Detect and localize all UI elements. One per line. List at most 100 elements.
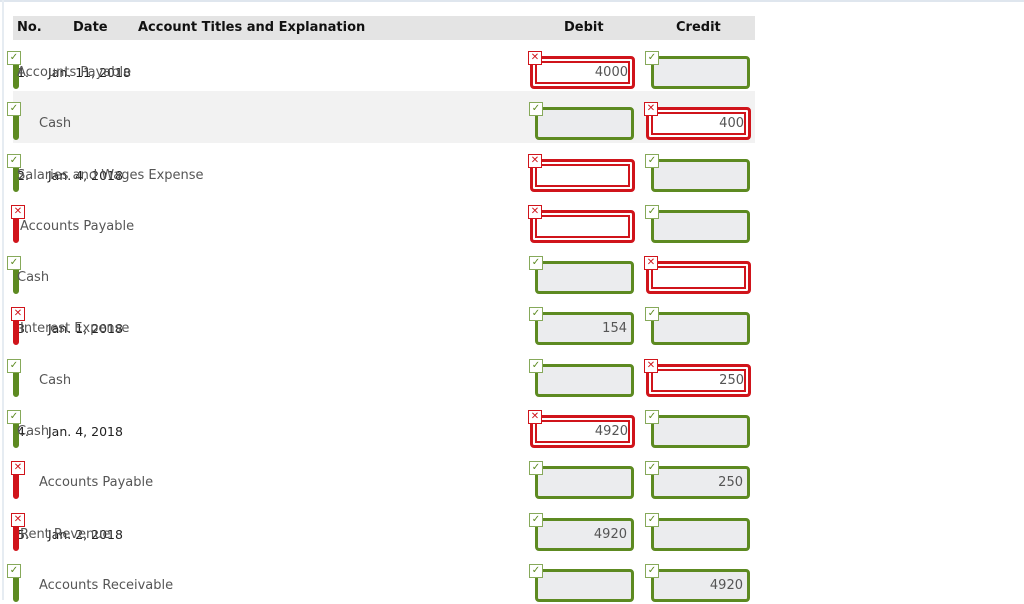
credit-field[interactable]: ✓ [645, 153, 750, 192]
cross-icon: ✕ [528, 204, 542, 219]
cross-icon: ✕ [11, 307, 25, 322]
debit-field-value: 4920 [593, 526, 627, 542]
account-field[interactable]: ✓ Cash [7, 256, 49, 295]
account-field-value: Accounts Receivable [39, 577, 174, 593]
debit-field[interactable]: ✕ [528, 153, 635, 192]
table-row: 2. Jan. 4, 2018 ✓ Salaries and Wages Expens… [7, 143, 755, 194]
check-icon: ✓ [7, 358, 21, 373]
credit-field[interactable]: ✓ [645, 512, 750, 551]
table-row: ✕ Accounts Payable ✕ ✓ [11, 194, 755, 245]
account-field[interactable]: ✕ Accounts Payable [11, 204, 134, 243]
check-icon: ✓ [529, 307, 543, 322]
table-row: 4. Jan. 4, 2018 ✓ Cash ✕ 4920 ✓ [7, 399, 755, 450]
account-field-value: Accounts Payable [20, 218, 135, 234]
cross-icon: ✕ [11, 512, 25, 527]
check-icon: ✓ [529, 256, 543, 271]
check-icon: ✓ [645, 51, 659, 65]
account-field-value: Interest Expense [20, 321, 130, 337]
table-row: ✓ Accounts Receivable ✓ ✓ 4920 [7, 553, 755, 604]
credit-field[interactable]: ✓ [645, 410, 750, 449]
cross-icon: ✕ [528, 410, 542, 425]
table-row: ✓ Cash ✓ ✕ [7, 245, 755, 296]
account-field-value: Cash [39, 372, 72, 388]
debit-field[interactable]: ✓ [529, 461, 634, 500]
table-row: 1. Jan. 11, 2018 ✓ Accounts Payable ✕ 4000 ✓ [7, 40, 755, 91]
cross-icon: ✕ [644, 358, 658, 373]
header-credit: Credit [676, 20, 721, 35]
debit-field-value: 4920 [594, 424, 628, 440]
account-field-value: Cash [17, 270, 50, 286]
account-field[interactable]: ✓ Cash [7, 102, 71, 141]
check-icon: ✓ [645, 307, 659, 322]
journal-entry-table: No. Date Account Titles and Explanation … [7, 16, 755, 604]
credit-field[interactable]: ✓ [645, 51, 750, 89]
top-border [0, 0, 1024, 2]
check-icon: ✓ [645, 410, 659, 425]
header-account: Account Titles and Explanation [138, 20, 366, 35]
table-row: 3. Jan. 1, 2018 ✕ Interest Expense ✓ 154 ✓ [11, 296, 755, 347]
debit-field[interactable]: ✓ [529, 358, 634, 397]
header-debit: Debit [564, 20, 604, 35]
debit-field[interactable]: ✓ [529, 563, 634, 602]
debit-field[interactable]: ✓ 4920 [529, 512, 634, 551]
check-icon: ✓ [529, 102, 543, 117]
credit-field[interactable]: ✕ 400 [644, 102, 751, 141]
account-field[interactable]: ✓ Accounts Receivable [7, 563, 173, 602]
check-icon: ✓ [645, 153, 659, 168]
check-icon: ✓ [529, 563, 543, 578]
check-icon: ✓ [645, 563, 659, 578]
check-icon: ✓ [7, 51, 21, 65]
table-body: 1. Jan. 11, 2018 ✓ Accounts Payable ✕ 4000 ✓ ✓ C… [7, 40, 755, 604]
credit-field[interactable]: ✕ 250 [644, 358, 751, 397]
table-row: ✕ Accounts Payable ✓ ✓ 250 [11, 450, 755, 501]
credit-field[interactable]: ✓ 4920 [645, 563, 750, 602]
cross-icon: ✕ [644, 256, 658, 271]
account-field-value: Accounts Payable [17, 65, 132, 80]
account-field-value: Accounts Payable [39, 475, 154, 491]
account-field-value: Rent Revenue [20, 526, 111, 542]
check-icon: ✓ [7, 410, 21, 425]
header-date: Date [73, 20, 108, 35]
cross-icon: ✕ [11, 204, 25, 219]
cross-icon: ✕ [11, 461, 25, 476]
debit-field[interactable]: ✓ 154 [529, 307, 634, 346]
check-icon: ✓ [7, 256, 21, 271]
debit-field[interactable]: ✕ 4920 [528, 410, 635, 449]
account-field[interactable]: ✕ Rent Revenue [11, 512, 111, 551]
account-field[interactable]: ✓ Salaries and Wages Expense [7, 153, 204, 192]
account-field[interactable]: ✕ Accounts Payable [11, 461, 153, 500]
table-header: No. Date Account Titles and Explanation … [13, 16, 755, 40]
table-row: ✓ Cash ✓ ✕ 250 [7, 348, 755, 399]
account-field-value: Cash [39, 116, 72, 132]
check-icon: ✓ [645, 461, 659, 476]
credit-field[interactable]: ✓ 250 [645, 461, 750, 500]
account-field-value: Salaries and Wages Expense [17, 167, 204, 183]
credit-field[interactable]: ✓ [645, 307, 750, 346]
debit-field[interactable]: ✓ [529, 256, 634, 295]
account-field[interactable]: ✓ Cash [7, 358, 71, 397]
account-field-value: Cash [17, 424, 50, 440]
table-row: ✓ Cash ✓ ✕ 400 [7, 91, 755, 143]
cross-icon: ✕ [528, 51, 542, 65]
check-icon: ✓ [7, 153, 21, 168]
cross-icon: ✕ [644, 102, 658, 117]
debit-field-value: 4000 [594, 65, 628, 80]
entry-date: Jan. 4, 2018 [48, 424, 123, 440]
credit-field-value: 400 [719, 116, 744, 132]
debit-field[interactable]: ✕ 4000 [528, 51, 635, 89]
account-field[interactable]: ✓ Accounts Payable [7, 51, 131, 89]
left-border [2, 0, 4, 600]
credit-field-value: 250 [718, 475, 743, 491]
account-field[interactable]: ✕ Interest Expense [11, 307, 129, 346]
credit-field[interactable]: ✓ [645, 204, 750, 243]
debit-field[interactable]: ✕ [528, 204, 635, 243]
cross-icon: ✕ [528, 153, 542, 168]
account-field[interactable]: ✓ Cash [7, 410, 49, 449]
debit-field-value: 154 [602, 321, 627, 337]
check-icon: ✓ [529, 358, 543, 373]
check-icon: ✓ [7, 102, 21, 117]
table-row: 5. Jan. 2, 2018 ✕ Rent Revenue ✓ 4920 ✓ [11, 502, 755, 553]
credit-field-value: 4920 [709, 577, 743, 593]
credit-field[interactable]: ✕ [644, 256, 751, 295]
debit-field[interactable]: ✓ [529, 102, 634, 141]
